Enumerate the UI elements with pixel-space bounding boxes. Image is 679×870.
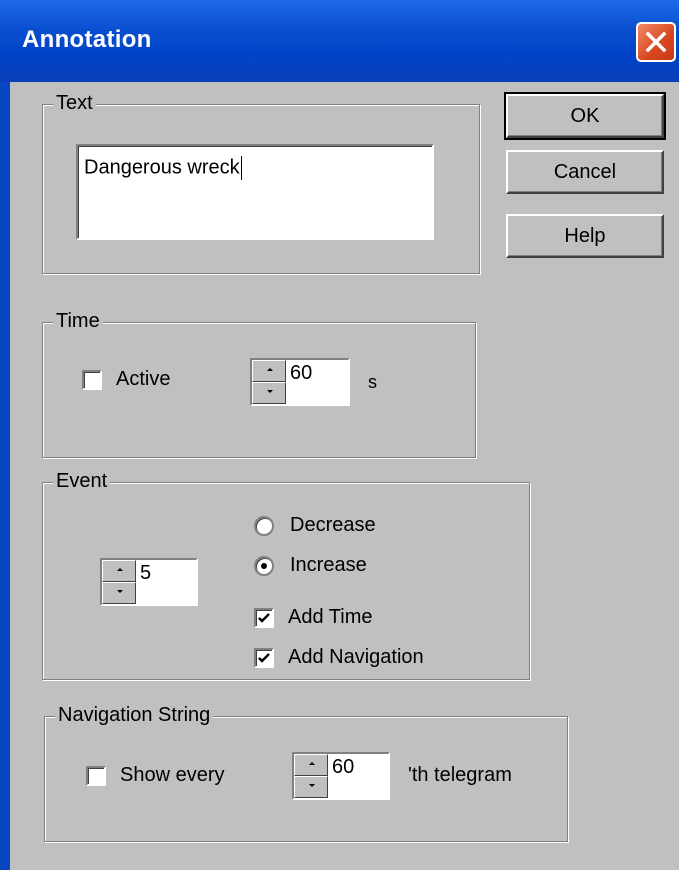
- close-button[interactable]: [636, 22, 676, 62]
- title-bar[interactable]: Annotation: [0, 0, 679, 82]
- increase-radio[interactable]: [254, 556, 274, 576]
- event-group-label: Event: [53, 470, 111, 493]
- telegram-spinner[interactable]: 60: [292, 752, 390, 800]
- arrow-up-icon[interactable]: [252, 360, 286, 382]
- telegram-spinner-value[interactable]: 60: [332, 756, 354, 779]
- event-spinner-value[interactable]: 5: [140, 562, 151, 585]
- arrow-up-icon[interactable]: [294, 754, 328, 776]
- time-unit-label: s: [368, 372, 377, 392]
- active-label[interactable]: Active: [116, 368, 170, 391]
- navigation-string-group-label: Navigation String: [55, 704, 214, 727]
- help-button[interactable]: Help: [506, 214, 664, 258]
- telegram-spinner-buttons: [294, 754, 330, 798]
- time-spinner-value[interactable]: 60: [290, 362, 312, 385]
- cancel-button[interactable]: Cancel: [506, 150, 664, 194]
- check-icon: [258, 653, 270, 663]
- ok-button[interactable]: OK: [504, 92, 666, 140]
- time-group-label: Time: [53, 310, 103, 333]
- time-spinner-buttons: [252, 360, 288, 404]
- add-navigation-checkbox[interactable]: [254, 648, 274, 668]
- show-every-label[interactable]: Show every: [120, 764, 225, 787]
- telegram-suffix-label: 'th telegram: [408, 764, 512, 786]
- annotation-text-value: Dangerous wreck: [84, 156, 240, 179]
- add-time-label[interactable]: Add Time: [288, 606, 372, 629]
- decrease-label[interactable]: Decrease: [290, 514, 376, 537]
- radio-selected-dot: [261, 563, 267, 569]
- arrow-down-icon[interactable]: [102, 582, 136, 604]
- window-frame: [0, 82, 10, 870]
- event-spinner-buttons: [102, 560, 138, 604]
- annotation-text-input[interactable]: Dangerous wreck: [76, 144, 434, 240]
- window-title: Annotation: [22, 26, 152, 53]
- event-spinner[interactable]: 5: [100, 558, 198, 606]
- show-every-checkbox[interactable]: [86, 766, 106, 786]
- arrow-down-icon[interactable]: [294, 776, 328, 798]
- decrease-radio[interactable]: [254, 516, 274, 536]
- time-spinner[interactable]: 60: [250, 358, 350, 406]
- annotation-dialog: Annotation Text Dangerous wreck OK Cance…: [0, 0, 679, 870]
- text-caret: [240, 156, 242, 180]
- active-checkbox[interactable]: [82, 370, 102, 390]
- increase-label[interactable]: Increase: [290, 554, 367, 577]
- arrow-down-icon[interactable]: [252, 382, 286, 404]
- check-icon: [258, 613, 270, 623]
- text-group-label: Text: [53, 92, 96, 115]
- dialog-body: Text Dangerous wreck OK Cancel Help Time…: [10, 82, 679, 870]
- add-time-checkbox[interactable]: [254, 608, 274, 628]
- close-icon: [645, 31, 667, 53]
- arrow-up-icon[interactable]: [102, 560, 136, 582]
- add-navigation-label[interactable]: Add Navigation: [288, 646, 424, 669]
